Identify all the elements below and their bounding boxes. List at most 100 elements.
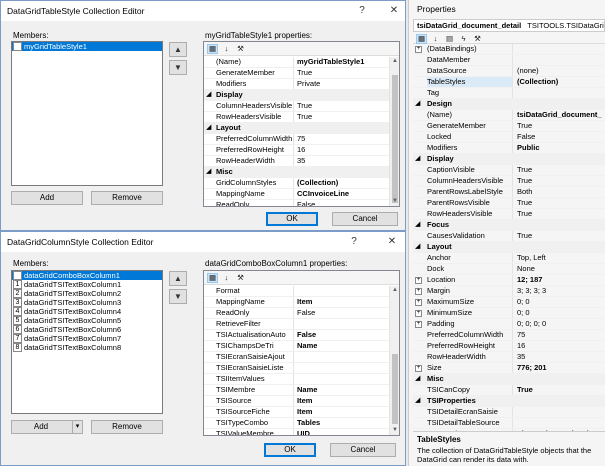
property-value[interactable]: tsiDataGrid_document_ xyxy=(517,110,605,120)
list-item[interactable]: 2 dataGridTSITextBoxColumn2 xyxy=(12,289,162,298)
property-value[interactable]: True xyxy=(517,165,605,175)
property-value[interactable]: 0; 0; 0; 0 xyxy=(517,319,605,329)
expand-icon[interactable]: + xyxy=(415,277,422,284)
alphabetical-icon[interactable]: ↓ xyxy=(221,44,232,54)
list-item[interactable]: 1 dataGridTSITextBoxColumn1 xyxy=(12,280,162,289)
property-row[interactable]: PreferredColumnWidth 75 xyxy=(204,134,389,145)
property-row[interactable]: Tag xyxy=(413,88,605,99)
property-value[interactable] xyxy=(297,319,389,329)
property-row[interactable]: GridColumnStyles (Collection) xyxy=(204,178,389,189)
property-row[interactable]: RowHeadersVisible True xyxy=(204,112,389,123)
property-row[interactable]: + Size 776; 201 xyxy=(413,363,605,374)
property-row[interactable]: PreferredRowHeight 16 xyxy=(413,341,605,352)
property-row[interactable]: TSIEcranSaisieAjout xyxy=(204,352,389,363)
collapse-icon[interactable]: ◢ xyxy=(206,168,211,176)
category-row[interactable]: ◢ Misc xyxy=(413,374,605,385)
property-grid[interactable]: ▦ ↓ ⚒ Format MappingName Item ReadOnly False Re… xyxy=(203,270,400,436)
property-row[interactable]: RowHeaderWidth 35 xyxy=(204,156,389,167)
property-value[interactable] xyxy=(517,418,605,428)
category-row[interactable]: ◢ Display xyxy=(204,90,389,101)
property-row[interactable]: + Padding 0; 0; 0; 0 xyxy=(413,319,605,330)
property-value[interactable]: 12; 187 xyxy=(517,275,605,285)
category-row[interactable]: ◢ Layout xyxy=(204,123,389,134)
scroll-down-icon[interactable]: ▼ xyxy=(390,197,399,206)
expand-icon[interactable]: + xyxy=(415,310,422,317)
collapse-icon[interactable]: ◢ xyxy=(415,243,420,251)
list-item[interactable]: 6 dataGridTSITextBoxColumn6 xyxy=(12,325,162,334)
close-icon[interactable]: ✕ xyxy=(387,4,401,18)
expand-icon[interactable]: + xyxy=(415,321,422,328)
ok-button[interactable]: OK xyxy=(266,212,318,226)
property-row[interactable]: (Name) tsiDataGrid_document_ xyxy=(413,110,605,121)
remove-button[interactable]: Remove xyxy=(91,420,163,434)
property-row[interactable]: TSISourceFiche Item xyxy=(204,407,389,418)
expand-icon[interactable]: + xyxy=(415,46,422,53)
expand-icon[interactable]: + xyxy=(415,299,422,306)
properties-icon[interactable]: ▤ xyxy=(444,34,455,44)
property-row[interactable]: Anchor Top, Left xyxy=(413,253,605,264)
property-row[interactable]: TSIActualisationAuto False xyxy=(204,330,389,341)
category-row[interactable]: ◢ Design xyxy=(413,99,605,110)
property-value[interactable]: Top, Left xyxy=(517,253,605,263)
property-row[interactable]: Modifiers Private xyxy=(204,79,389,90)
categorized-icon[interactable]: ▦ xyxy=(416,34,427,44)
property-value[interactable] xyxy=(517,44,605,54)
property-value[interactable]: True xyxy=(517,385,605,395)
property-grid[interactable]: ▦ ↓ ⚒ (Name) myGridTableStyle1 GenerateMembe… xyxy=(203,41,400,207)
property-value[interactable]: 75 xyxy=(297,134,389,144)
property-value[interactable]: Item xyxy=(297,396,389,406)
property-row[interactable]: Modifiers Public xyxy=(413,143,605,154)
property-value[interactable] xyxy=(517,55,605,65)
property-value[interactable]: Item xyxy=(297,407,389,417)
property-value[interactable]: 35 xyxy=(517,352,605,362)
property-value[interactable]: 75 xyxy=(517,330,605,340)
property-row[interactable]: (Name) myGridTableStyle1 xyxy=(204,57,389,68)
property-value[interactable]: 3; 3; 3; 3 xyxy=(517,286,605,296)
property-row[interactable]: GenerateMember True xyxy=(413,121,605,132)
property-row[interactable]: TSICanCopy True xyxy=(413,385,605,396)
list-item[interactable]: 0 myGridTableStyle1 xyxy=(12,42,162,51)
property-row[interactable]: TSIMembre Name xyxy=(204,385,389,396)
property-row[interactable]: + (DataBindings) xyxy=(413,44,605,55)
property-row[interactable]: TSIValueMembre UID xyxy=(204,429,389,435)
property-value[interactable]: True xyxy=(297,112,389,122)
scrollbar-thumb[interactable] xyxy=(392,354,398,424)
help-icon[interactable]: ? xyxy=(355,4,369,18)
object-selector[interactable]: tsiDataGrid_document_detail TSITOOLS.TSI… xyxy=(413,19,605,32)
property-value[interactable]: False xyxy=(517,132,605,142)
property-row[interactable]: DataMember xyxy=(413,55,605,66)
move-up-button[interactable]: ▲ xyxy=(169,42,187,57)
collapse-icon[interactable]: ◢ xyxy=(206,91,211,99)
property-value[interactable]: Both xyxy=(517,187,605,197)
property-value[interactable]: Name xyxy=(297,385,389,395)
property-value[interactable]: myGridTableStyle1 xyxy=(297,57,389,67)
members-list[interactable]: 0 dataGridComboBoxColumn1 1 dataGridTSIText… xyxy=(11,270,163,414)
property-value[interactable]: True xyxy=(517,209,605,219)
property-row[interactable]: Locked False xyxy=(413,132,605,143)
property-value[interactable] xyxy=(297,374,389,384)
property-value[interactable]: True xyxy=(517,198,605,208)
property-row[interactable]: MappingName Item xyxy=(204,297,389,308)
property-row[interactable]: ColumnHeadersVisible True xyxy=(204,101,389,112)
property-pages-icon[interactable]: ⚒ xyxy=(235,273,246,283)
property-value[interactable]: CCInvoiceLine xyxy=(297,189,389,199)
property-pages-icon[interactable]: ⚒ xyxy=(472,34,483,44)
category-row[interactable]: ◢ Misc xyxy=(204,167,389,178)
property-value[interactable]: None xyxy=(517,264,605,274)
property-row[interactable]: ReadOnly False xyxy=(204,308,389,319)
move-down-button[interactable]: ▼ xyxy=(169,60,187,75)
property-row[interactable]: + MinimumSize 0; 0 xyxy=(413,308,605,319)
property-value[interactable]: Tables xyxy=(297,418,389,428)
cancel-button[interactable]: Cancel xyxy=(332,212,398,226)
property-row[interactable]: ReadOnly False xyxy=(204,200,389,206)
move-down-button[interactable]: ▼ xyxy=(169,289,187,304)
list-item[interactable]: 8 dataGridTSITextBoxColumn8 xyxy=(12,343,162,352)
property-row[interactable]: + MaximumSize 0; 0 xyxy=(413,297,605,308)
remove-button[interactable]: Remove xyxy=(91,191,163,205)
property-value[interactable]: False xyxy=(297,200,389,206)
property-value[interactable]: 35 xyxy=(297,156,389,166)
property-row[interactable]: TSIDetailEcranSaisie xyxy=(413,407,605,418)
property-row[interactable]: CaptionVisible True xyxy=(413,165,605,176)
property-row[interactable]: ColumnHeadersVisible True xyxy=(413,176,605,187)
property-value[interactable]: Name xyxy=(297,341,389,351)
